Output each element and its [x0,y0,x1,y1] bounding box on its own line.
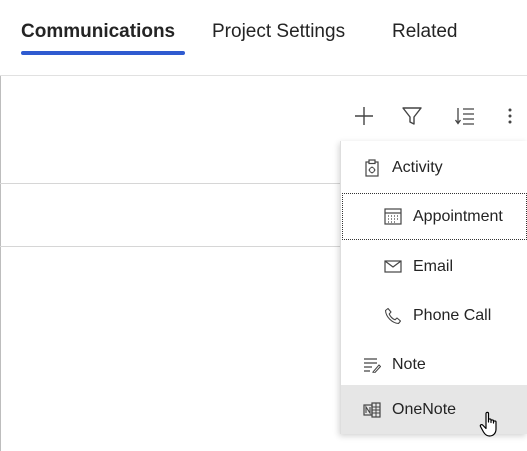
new-record-menu: Activity Appointment Email Phone Call No… [340,141,527,434]
sort-button[interactable] [451,101,479,131]
menu-item-appointment[interactable]: Appointment [341,192,527,241]
menu-item-label: Email [413,257,454,275]
filter-button[interactable] [398,101,426,131]
plus-icon [355,107,373,125]
menu-item-label: Phone Call [413,306,492,324]
hand-cursor-icon [479,411,497,437]
grid-row-divider [0,246,345,247]
menu-item-label: Appointment [413,207,503,225]
tab-communications[interactable]: Communications [21,21,175,43]
menu-item-email[interactable]: Email [341,242,527,291]
grid-row-divider [0,183,345,184]
tab-related[interactable]: Related [392,21,458,43]
calendar-icon [383,207,403,227]
add-button[interactable] [350,101,378,131]
note-icon [362,355,382,375]
onenote-icon [362,400,382,420]
mail-icon [383,257,403,277]
menu-item-activity[interactable]: Activity [341,143,527,192]
more-options-button[interactable] [496,101,524,131]
clipboard-icon [362,158,382,178]
filter-icon [402,107,422,125]
sort-icon [454,108,474,125]
active-tab-indicator [21,51,185,55]
tab-bar: Communications Project Settings Related [0,0,527,76]
menu-item-phone-call[interactable]: Phone Call [341,291,527,340]
phone-icon [383,306,403,326]
menu-item-label: Activity [392,158,443,176]
menu-item-label: OneNote [392,400,457,418]
menu-item-note[interactable]: Note [341,340,527,389]
tab-project-settings[interactable]: Project Settings [212,21,345,43]
menu-item-label: Note [392,355,426,373]
content-frame-border [0,76,1,451]
more-vertical-icon [508,108,512,124]
